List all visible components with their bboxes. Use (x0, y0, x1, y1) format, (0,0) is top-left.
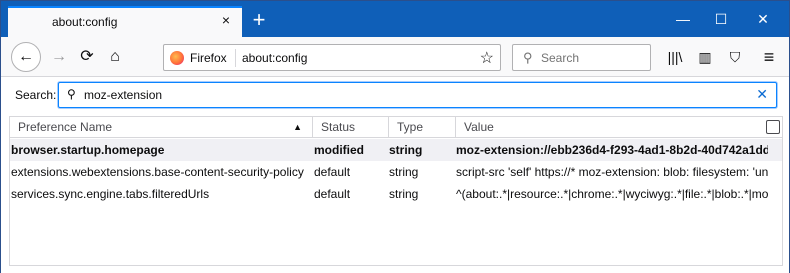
maximize-button[interactable]: ☐ (707, 9, 735, 29)
column-picker-icon[interactable] (766, 120, 780, 134)
bookmark-star-icon[interactable]: ☆ (480, 48, 494, 68)
config-search-row: Search: ⚲ moz-extension ✕ (1, 78, 789, 112)
tab-about-config[interactable]: about:config × (8, 6, 242, 37)
new-tab-button[interactable]: + (247, 9, 271, 33)
identity-box[interactable]: Firefox (170, 49, 236, 67)
pref-type: string (389, 165, 419, 179)
table-row[interactable]: extensions.webextensions.base-content-se… (10, 161, 782, 183)
sort-ascending-icon: ▲ (293, 122, 302, 132)
pref-status: default (314, 187, 351, 201)
library-icon[interactable]: |||\ (661, 43, 689, 71)
pref-value: moz-extension://ebb236d4-f293-4ad1-8b2d-… (456, 143, 768, 157)
preferences-table: Preference Name ▲ Status Type Value brow… (9, 116, 783, 266)
minimize-button[interactable]: — (669, 9, 697, 29)
url-text[interactable]: about:config (242, 51, 307, 65)
close-window-button[interactable]: ✕ (749, 9, 777, 29)
table-header: Preference Name ▲ Status Type Value (10, 117, 782, 138)
pref-name: services.sync.engine.tabs.filteredUrls (11, 187, 210, 201)
column-header-value[interactable]: Value (456, 117, 766, 138)
browser-window: about:config × + — ☐ ✕ ← → ⟳ ⌂ Firefox a… (0, 0, 790, 273)
url-bar[interactable]: Firefox about:config ☆ (163, 44, 501, 71)
pref-status: modified (314, 143, 364, 157)
identity-label: Firefox (190, 51, 227, 65)
pref-name: extensions.webextensions.base-content-se… (11, 165, 304, 179)
tab-title: about:config (52, 15, 118, 29)
pref-status: default (314, 165, 351, 179)
pref-name: browser.startup.homepage (11, 143, 165, 157)
firefox-icon (170, 51, 184, 65)
config-filter-input[interactable]: ⚲ moz-extension ✕ (58, 82, 777, 108)
menu-icon[interactable]: ≡ (755, 43, 783, 71)
column-header-name[interactable]: Preference Name ▲ (10, 117, 313, 138)
pref-type: string (389, 187, 419, 201)
table-row[interactable]: browser.startup.homepage modified string… (10, 139, 782, 161)
filter-search-icon: ⚲ (67, 87, 76, 101)
sidebar-icon[interactable]: ▥ (691, 43, 719, 71)
forward-button[interactable]: → (45, 43, 73, 71)
pref-value: ^(about:.*|resource:.*|chrome:.*|wyciwyg… (456, 187, 768, 201)
reload-button[interactable]: ⟳ (73, 43, 101, 71)
column-header-type[interactable]: Type (389, 117, 456, 138)
pref-value: script-src 'self' https://* moz-extensio… (456, 165, 768, 179)
column-header-status[interactable]: Status (313, 117, 389, 138)
about-config-page: Search: ⚲ moz-extension ✕ Preference Nam… (1, 78, 789, 273)
home-button[interactable]: ⌂ (101, 43, 129, 71)
shield-icon[interactable]: ⛉ (721, 43, 749, 71)
tab-strip: about:config × + — ☐ ✕ (1, 1, 789, 37)
tab-close-icon[interactable]: × (218, 12, 234, 28)
clear-filter-icon[interactable]: ✕ (756, 86, 768, 103)
column-header-name-label: Preference Name (18, 120, 113, 134)
back-button[interactable]: ← (11, 42, 41, 72)
navigation-toolbar: ← → ⟳ ⌂ Firefox about:config ☆ ⚲ Search … (1, 37, 789, 77)
search-icon: ⚲ (523, 50, 533, 65)
table-row[interactable]: services.sync.engine.tabs.filteredUrls d… (10, 183, 782, 205)
tab-accent-line (8, 6, 242, 8)
search-label: Search: (15, 88, 57, 102)
pref-type: string (389, 143, 423, 157)
search-placeholder: Search (541, 51, 580, 65)
filter-value[interactable]: moz-extension (84, 88, 162, 102)
search-bar[interactable]: ⚲ Search (512, 44, 651, 71)
